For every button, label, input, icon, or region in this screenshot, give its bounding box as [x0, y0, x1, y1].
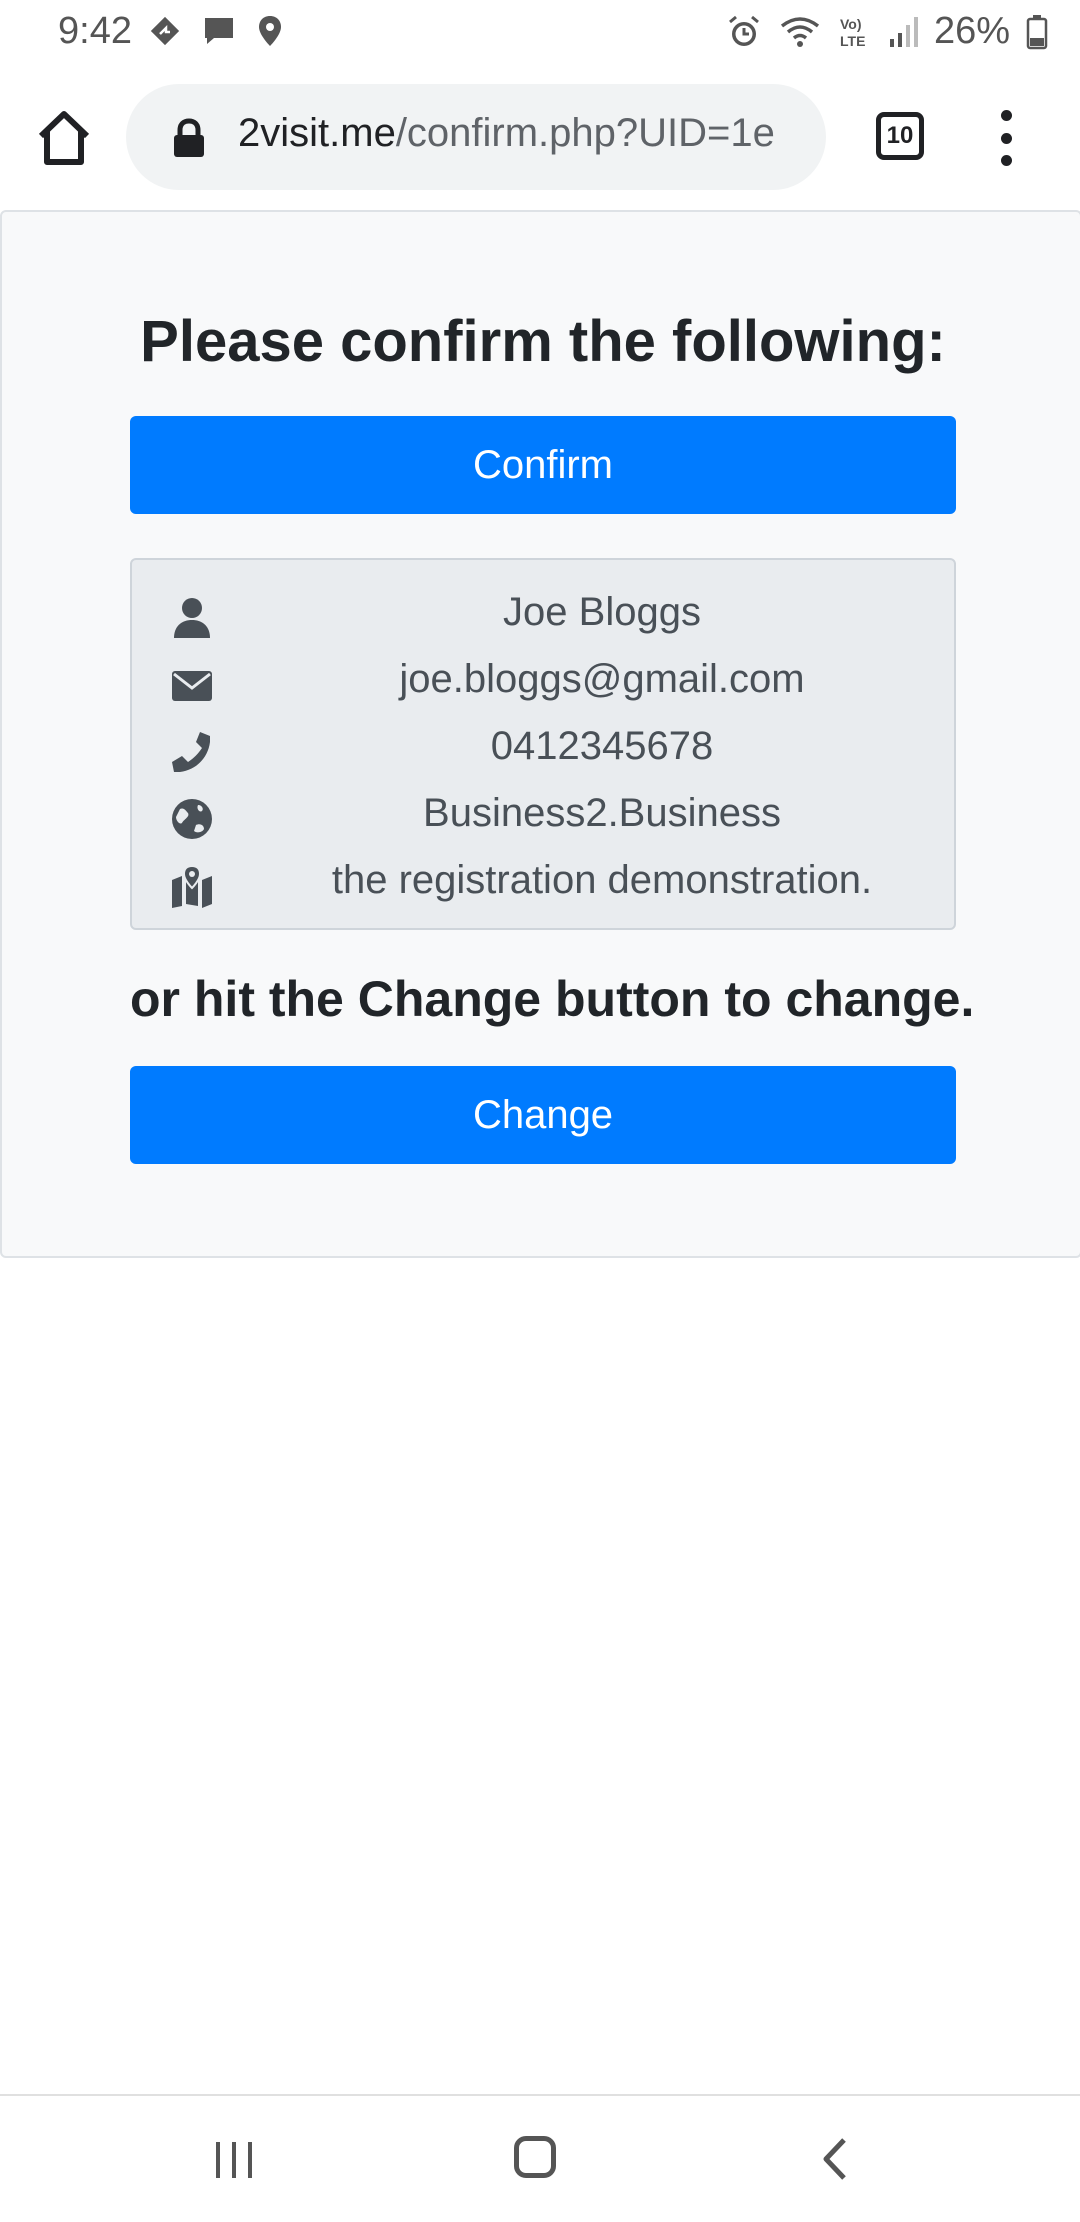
more-menu-icon[interactable]	[994, 110, 1018, 166]
status-left-icons	[148, 14, 284, 48]
phone-icon	[172, 732, 210, 772]
detail-row-phone: 0412345678	[132, 716, 954, 782]
status-right-icons: Vo) LTE 26%	[726, 10, 1048, 53]
back-icon[interactable]	[820, 2136, 850, 2182]
status-time: 9:42	[58, 10, 132, 52]
address-bar[interactable]: 2visit.me/confirm.php?UID=1e	[126, 84, 826, 190]
detail-row-name: Joe Bloggs	[132, 582, 954, 648]
detail-row-business: Business2.Business	[132, 783, 954, 849]
url-path: /confirm.php?UID=1e	[395, 111, 775, 155]
wifi-icon	[780, 16, 820, 47]
detail-name: Joe Bloggs	[503, 590, 701, 634]
change-button[interactable]: Change	[130, 1066, 956, 1164]
user-icon	[174, 598, 210, 638]
page-title: Please confirm the following:	[140, 309, 946, 374]
details-box: Joe Bloggs joe.bloggs@gmail.com 04123456…	[130, 558, 956, 930]
status-bar: 9:42 Vo) LTE 26%	[0, 0, 1080, 66]
lock-icon	[174, 118, 204, 157]
detail-phone: 0412345678	[490, 724, 714, 768]
svg-text:Vo): Vo)	[840, 16, 862, 32]
url-host: 2visit.me	[238, 111, 396, 155]
nav-home-icon[interactable]	[514, 2136, 556, 2178]
location-icon	[259, 16, 281, 46]
signal-icon	[889, 16, 918, 47]
system-nav-bar	[0, 2094, 1080, 2222]
change-prompt: or hit the Change button to change.	[130, 971, 975, 1027]
battery-percent: 26%	[933, 10, 1010, 52]
envelope-icon	[172, 671, 212, 701]
home-icon[interactable]	[36, 108, 92, 168]
detail-row-location: the registration demonstration.	[132, 850, 954, 916]
detail-business: Business2.Business	[423, 791, 781, 835]
battery-icon	[1026, 14, 1048, 49]
map-marked-icon	[172, 864, 212, 908]
navigation-icon	[150, 16, 180, 46]
detail-email: joe.bloggs@gmail.com	[399, 657, 805, 701]
detail-row-email: joe.bloggs@gmail.com	[132, 649, 954, 715]
browser-toolbar: 2visit.me/confirm.php?UID=1e 10	[0, 66, 1080, 210]
svg-text:LTE: LTE	[840, 33, 865, 49]
confirm-button[interactable]: Confirm	[130, 416, 956, 514]
confirm-card: Please confirm the following: Confirm Jo…	[0, 210, 1080, 1258]
volte-icon: Vo)LTE	[840, 16, 865, 49]
globe-icon	[172, 799, 212, 839]
url-text: 2visit.me/confirm.php?UID=1e	[238, 111, 775, 156]
detail-location: the registration demonstration.	[331, 858, 873, 902]
recent-apps-icon[interactable]	[212, 2140, 256, 2180]
alarm-icon	[728, 15, 759, 46]
message-icon	[205, 18, 233, 44]
tab-switcher-button[interactable]: 10	[876, 112, 924, 160]
